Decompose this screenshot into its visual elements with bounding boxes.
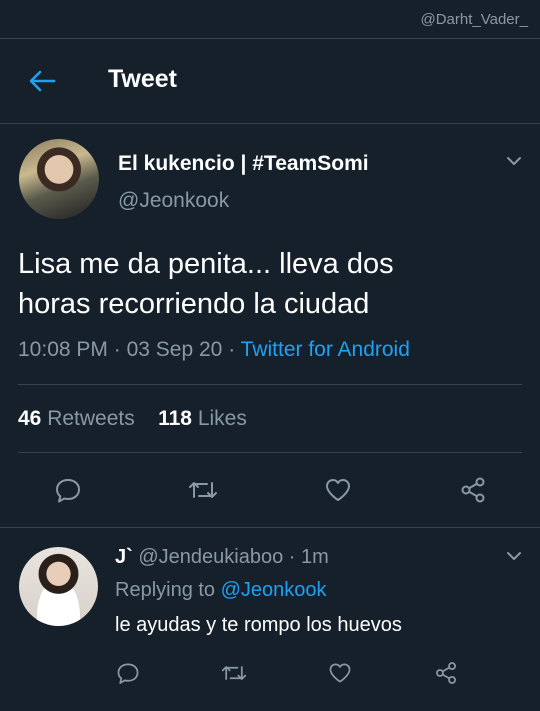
reply-icon bbox=[117, 663, 139, 684]
reply-header: J` @Jendeukiaboo · 1m bbox=[115, 546, 329, 569]
replying-to-label: Replying to bbox=[115, 579, 216, 601]
divider bbox=[18, 452, 522, 453]
tweet-source-link[interactable]: Twitter for Android bbox=[241, 338, 410, 361]
retweets-label: Retweets bbox=[47, 407, 135, 430]
reply-retweet-button[interactable] bbox=[218, 657, 250, 689]
reply-icon bbox=[56, 479, 80, 503]
author-avatar[interactable] bbox=[19, 139, 99, 219]
divider bbox=[0, 527, 540, 528]
tweet-date: 03 Sep 20 bbox=[126, 338, 223, 361]
meta-separator: · bbox=[228, 338, 236, 361]
likes-label: Likes bbox=[197, 407, 247, 430]
meta-separator: · bbox=[113, 338, 121, 361]
share-button[interactable] bbox=[457, 474, 489, 506]
reply-text: le ayudas y te rompo los huevos bbox=[115, 614, 402, 636]
like-icon bbox=[326, 479, 350, 501]
tweet-meta: 10:08 PM · 03 Sep 20 · Twitter for Andro… bbox=[18, 338, 410, 362]
tweet-stats: 46 Retweets 118 Likes bbox=[18, 407, 247, 431]
page-title: Tweet bbox=[108, 65, 177, 93]
top-app-bar: Tweet bbox=[0, 39, 540, 124]
back-button[interactable] bbox=[26, 65, 58, 97]
share-icon bbox=[461, 477, 485, 503]
retweet-icon bbox=[189, 482, 217, 498]
retweet-button[interactable] bbox=[187, 474, 219, 506]
share-icon bbox=[436, 662, 456, 684]
tweet-text-line: Lisa me da penita... lleva dos bbox=[18, 248, 394, 280]
reply-button[interactable] bbox=[52, 474, 84, 506]
tweet-actions bbox=[0, 472, 540, 508]
author-name[interactable]: El kukencio | #TeamSomi bbox=[118, 152, 369, 176]
reply-separator: · bbox=[288, 546, 296, 568]
divider bbox=[18, 384, 522, 385]
reply-like-button[interactable] bbox=[324, 657, 356, 689]
tweet-time: 10:08 PM bbox=[18, 338, 108, 361]
tweet-text: Lisa me da penita... lleva dos horas rec… bbox=[18, 244, 518, 324]
likes-count: 118 bbox=[158, 407, 192, 430]
tweet-options-button[interactable] bbox=[502, 149, 526, 173]
reply-author-avatar[interactable] bbox=[19, 547, 98, 626]
like-icon bbox=[329, 663, 351, 683]
author-handle[interactable]: @Jeonkook bbox=[118, 189, 229, 213]
reply-author-name[interactable]: J` bbox=[115, 546, 133, 568]
retweets-count: 46 bbox=[18, 407, 42, 430]
reply-author-handle[interactable]: @Jendeukiaboo bbox=[138, 546, 283, 568]
replying-to-mention[interactable]: @Jeonkook bbox=[221, 579, 327, 601]
chevron-down-icon bbox=[507, 552, 521, 560]
likes-stat[interactable]: 118 Likes bbox=[158, 407, 247, 430]
chevron-down-icon bbox=[507, 157, 521, 165]
like-button[interactable] bbox=[322, 474, 354, 506]
back-arrow-icon bbox=[29, 70, 56, 92]
reply-share-button[interactable] bbox=[430, 657, 462, 689]
reply-options-button[interactable] bbox=[502, 544, 526, 568]
reply-reply-button[interactable] bbox=[112, 657, 144, 689]
retweet-icon bbox=[221, 666, 247, 680]
retweets-stat[interactable]: 46 Retweets bbox=[18, 407, 135, 430]
replying-to: Replying to @Jeonkook bbox=[115, 579, 327, 602]
watermark-bar: @Darht_Vader_ bbox=[0, 0, 540, 39]
tweet-text-line: horas recorriendo la ciudad bbox=[18, 288, 370, 320]
reply-age: 1m bbox=[301, 546, 329, 568]
reply-actions bbox=[0, 657, 540, 689]
watermark-text: @Darht_Vader_ bbox=[420, 11, 528, 28]
